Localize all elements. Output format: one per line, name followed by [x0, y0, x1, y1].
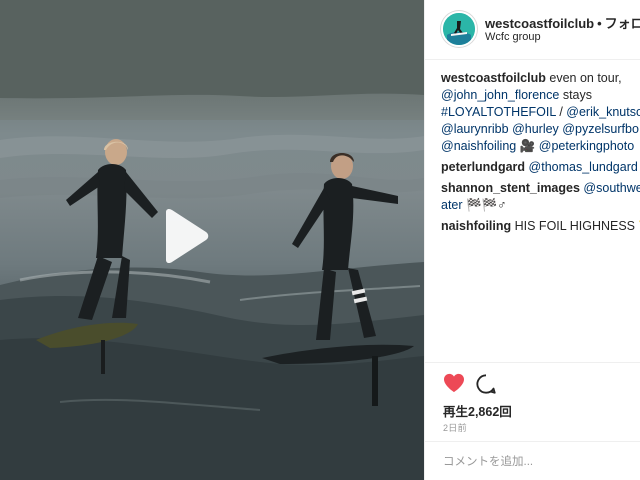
- comment-text: 🎥: [516, 139, 539, 153]
- comment-item: peterlundgard @thomas_lundgard: [441, 159, 640, 176]
- comment-line: peterlundgard @thomas_lundgard: [441, 159, 640, 176]
- comment-mention-link[interactable]: @laurynribb: [441, 122, 509, 136]
- comments-list: westcoastfoilclub even on tour, @john_joh…: [441, 70, 640, 239]
- comment-line: @john_john_florence stays: [441, 87, 640, 104]
- post-timestamp[interactable]: 2日前: [443, 421, 467, 434]
- post-video[interactable]: [0, 0, 424, 480]
- header-username-row: westcoastfoilclub•フォロー: [485, 13, 640, 32]
- comment-username[interactable]: naishfoiling: [441, 219, 511, 233]
- username-link[interactable]: westcoastfoilclub: [485, 16, 594, 31]
- avatar[interactable]: [441, 11, 477, 47]
- comment-item: shannon_stent_images @southwesater 🏁🏁♂: [441, 180, 640, 214]
- comment-text: stays: [559, 88, 592, 102]
- comment-text: /: [555, 105, 567, 119]
- comment-text: 🏁🏁♂: [462, 198, 507, 212]
- comment-icon[interactable]: [475, 373, 497, 395]
- comment-line: #LOYALTOTHEFOIL / @erik_knutson_: [441, 104, 640, 121]
- comment-username[interactable]: shannon_stent_images: [441, 181, 580, 195]
- comment-username[interactable]: peterlundgard: [441, 160, 525, 174]
- comment-mention-link[interactable]: @peterkingphoto: [539, 139, 634, 153]
- avatar-logo-icon: [443, 13, 475, 45]
- post-sidebar: westcoastfoilclub•フォロー Wcfc group westco…: [424, 0, 640, 480]
- comment-mention-link[interactable]: @southwes: [583, 181, 640, 195]
- comment-mention-link[interactable]: @thomas_lundgard: [529, 160, 638, 174]
- heart-icon[interactable]: [443, 373, 465, 393]
- comment-mention-link[interactable]: ater: [441, 198, 463, 212]
- comment-text: even on tour,: [549, 71, 622, 85]
- comment-input[interactable]: [443, 452, 633, 472]
- comment-line: shannon_stent_images @southwes: [441, 180, 640, 197]
- comment-mention-link[interactable]: @john_john_florence: [441, 88, 559, 102]
- comment-mention-link[interactable]: @pyzelsurfbo: [562, 122, 639, 136]
- comment-item: westcoastfoilclub even on tour, @john_joh…: [441, 70, 640, 155]
- follow-button[interactable]: フォロー: [605, 16, 640, 31]
- comment-mention-link[interactable]: @hurley: [512, 122, 559, 136]
- comment-line: ater 🏁🏁♂: [441, 197, 640, 214]
- comment-text: HIS FOIL HIGHNESS 👑: [514, 219, 640, 233]
- comment-mention-link[interactable]: #LOYALTOTHEFOIL: [441, 105, 556, 119]
- view-count: 再生2,862回: [443, 405, 512, 419]
- comment-mention-link[interactable]: @erik_knutson_: [566, 105, 640, 119]
- comment-line: @laurynribb @hurley @pyzelsurfbo: [441, 121, 640, 138]
- separator-dot: •: [597, 16, 602, 31]
- comment-line: naishfoiling HIS FOIL HIGHNESS 👑: [441, 218, 640, 235]
- add-comment-section: [425, 441, 640, 480]
- video-scene: [0, 0, 424, 480]
- comment-username[interactable]: westcoastfoilclub: [441, 71, 546, 85]
- comment-line: westcoastfoilclub even on tour,: [441, 70, 640, 87]
- location-link[interactable]: Wcfc group: [485, 31, 541, 43]
- comment-mention-link[interactable]: @naishfoiling: [441, 139, 516, 153]
- comment-item: naishfoiling HIS FOIL HIGHNESS 👑: [441, 218, 640, 235]
- play-icon[interactable]: [160, 208, 210, 264]
- comment-line: @naishfoiling 🎥 @peterkingphoto: [441, 138, 640, 155]
- post-header: westcoastfoilclub•フォロー Wcfc group: [425, 0, 640, 60]
- post-actions: 再生2,862回 2日前: [425, 362, 640, 480]
